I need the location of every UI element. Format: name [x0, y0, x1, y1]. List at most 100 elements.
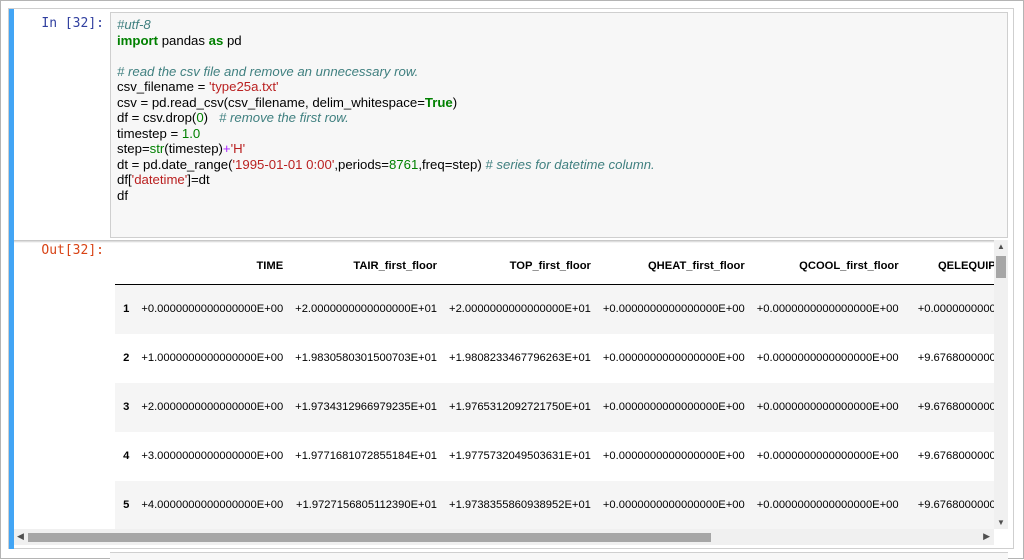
code-token: )	[203, 110, 220, 125]
table-cell: +0.0000000000000000E+00	[602, 499, 745, 511]
code-token: # series for datetime column.	[485, 156, 655, 172]
table-cell: +1.0000000000000000E+00	[141, 352, 284, 364]
code-token: (timestep)	[164, 141, 223, 156]
table-cell: +0.0000000000000000E+00	[756, 352, 899, 364]
code-line: df = csv.drop(0) # remove the first row.	[117, 110, 655, 126]
table-cell: +0.0000000000000000E+00	[602, 303, 745, 316]
column-header: QCOOL_first_floor	[750, 248, 905, 285]
code-token: df[	[117, 172, 132, 187]
code-token: step)	[452, 156, 486, 172]
table-cell: +9.67680000000	[917, 499, 1002, 511]
code-token: =	[131, 110, 144, 125]
code-text[interactable]: #utf-8 import pandas as pd # read the csv …	[117, 17, 655, 203]
column-header: TIME	[135, 248, 290, 285]
code-token: pd.date_range(	[143, 156, 233, 172]
table-cell: +0.0000000000000000E+00	[756, 499, 899, 511]
row-index: 1	[123, 303, 130, 316]
table-cell: +0.00000000000	[917, 303, 1002, 316]
table-cell: +0.0000000000000000E+00	[602, 450, 745, 462]
code-token: 'H'	[230, 141, 246, 156]
scroll-right-icon[interactable]: ▶	[983, 531, 990, 542]
code-token: as	[208, 32, 224, 48]
code-token: =	[131, 156, 144, 172]
code-token: =	[197, 79, 210, 94]
table-cell: +9.67680000000	[917, 352, 1002, 364]
row-index: 4	[123, 450, 130, 462]
code-line: df	[117, 188, 655, 204]
table-header-row: TIME TAIR_first_floor TOP_first_floor QH…	[115, 248, 1008, 285]
column-header: QELEQUIP_	[904, 248, 1008, 285]
code-token: 8761	[388, 156, 419, 172]
code-token: True	[424, 94, 453, 110]
code-token: csv.drop(	[143, 110, 197, 125]
horizontal-scrollbar[interactable]: ◀ ▶	[14, 529, 994, 545]
code-line: # read the csv file and remove an unnece…	[117, 64, 655, 80]
code-token: pd	[223, 32, 242, 48]
code-token: +	[222, 141, 231, 156]
vertical-scroll-thumb[interactable]	[996, 256, 1006, 278]
table-row: 4 +3.0000000000000000E+00 +1.9771681072855…	[115, 432, 1008, 481]
code-editor[interactable]: #utf-8 import pandas as pd # read the csv …	[110, 12, 1008, 238]
code-line: dt = pd.date_range('1995-01-01 0:00',per…	[117, 157, 655, 173]
table-cell: +1.9738355860938952E+01	[449, 499, 591, 511]
code-token: str	[149, 141, 165, 156]
code-line: step=str(timestep)+'H'	[117, 141, 655, 157]
code-token: ,periods	[334, 156, 382, 172]
code-token: csv	[117, 94, 141, 110]
table-row: 5 +4.0000000000000000E+00 +1.9727156805112…	[115, 480, 1008, 529]
code-token: df	[117, 110, 132, 125]
code-line: df['datetime']=dt	[117, 172, 655, 188]
code-token: pandas	[158, 32, 209, 48]
scroll-down-icon[interactable]: ▼	[997, 518, 1005, 527]
table-cell: +0.0000000000000000E+00	[756, 401, 899, 413]
code-token: #utf-8	[117, 17, 151, 32]
code-token: 0	[196, 110, 204, 125]
scroll-up-icon[interactable]: ▲	[997, 242, 1005, 251]
table-cell: +2.0000000000000000E+01	[449, 303, 591, 316]
code-line: timestep = 1.0	[117, 126, 655, 142]
table-cell: +2.0000000000000000E+00	[141, 401, 284, 413]
code-line: csv = pd.read_csv(csv_filename, delim_wh…	[117, 95, 655, 111]
code-token: # remove the first row.	[219, 110, 349, 125]
code-token: # read the csv file and remove an unnece…	[117, 63, 419, 79]
table-cell: +0.0000000000000000E+00	[756, 303, 899, 316]
code-token: =	[190, 172, 199, 187]
column-header: QHEAT_first_floor	[596, 248, 751, 285]
dataframe-table: TIME TAIR_first_floor TOP_first_floor QH…	[115, 248, 1008, 529]
code-token: =	[140, 94, 152, 110]
code-token: import	[117, 32, 159, 48]
table-cell: +0.0000000000000000E+00	[756, 450, 899, 462]
table-cell: +1.9765312092721750E+01	[449, 401, 591, 413]
code-token: =	[141, 141, 150, 156]
column-header: TAIR_first_floor	[289, 248, 444, 285]
code-token: 'type25a.txt'	[209, 79, 279, 94]
code-token: )	[452, 94, 458, 110]
table-cell: +1.9734312966979235E+01	[295, 401, 438, 413]
input-prompt: In [32]:	[41, 16, 104, 31]
code-token: csv_filename	[117, 79, 198, 94]
code-token: ,freq	[418, 156, 445, 172]
table-cell: +3.0000000000000000E+00	[141, 450, 284, 462]
table-cell: +1.9771681072855184E+01	[295, 450, 438, 462]
output-area: TIME TAIR_first_floor TOP_first_floor QH…	[14, 240, 1008, 529]
table-cell: +1.9830580301500703E+01	[295, 352, 438, 364]
code-token: 'datetime'	[131, 172, 188, 187]
code-line: #utf-8	[117, 17, 655, 33]
code-line: import pandas as pd	[117, 33, 655, 49]
table-cell: +0.0000000000000000E+00	[602, 401, 745, 413]
output-top-shadow	[14, 240, 1008, 243]
horizontal-scroll-thumb[interactable]	[28, 533, 711, 542]
row-index: 5	[123, 499, 130, 511]
code-token: pd.read_csv(csv_filename, delim_whitespa…	[151, 94, 418, 110]
table-cell: +0.0000000000000000E+00	[602, 352, 745, 364]
code-token: =	[417, 94, 425, 110]
code-token: dt	[198, 172, 210, 187]
table-cell: +4.0000000000000000E+00	[141, 499, 284, 511]
table-cell: +9.67680000000	[917, 401, 1002, 413]
scroll-left-icon[interactable]: ◀	[17, 531, 24, 542]
code-token: df	[117, 187, 128, 203]
table-row: 3 +2.0000000000000000E+00 +1.9734312966979…	[115, 382, 1008, 432]
vertical-scrollbar[interactable]: ▲ ▼	[994, 240, 1008, 529]
code-token: timestep	[117, 125, 171, 141]
code-token: 1.0	[181, 125, 201, 141]
